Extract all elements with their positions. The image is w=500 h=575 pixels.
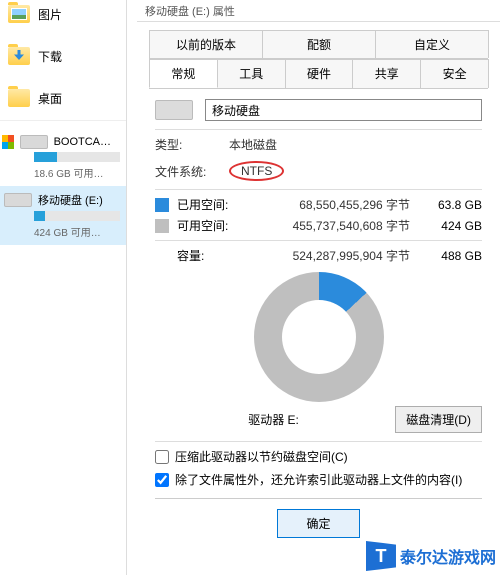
compress-drive-checkbox[interactable] [155, 450, 169, 464]
used-space-swatch [155, 198, 169, 212]
index-drive-label: 除了文件属性外，还允许索引此驱动器上文件的内容(I) [175, 471, 462, 488]
pictures-folder-icon [8, 5, 30, 23]
sidebar-item-downloads[interactable]: 下载 [0, 42, 126, 70]
capacity-bytes: 524,287,995,904 字节 [241, 247, 410, 264]
tab-custom[interactable]: 自定义 [375, 30, 489, 58]
free-space-swatch [155, 219, 169, 233]
used-space-gb: 63.8 GB [418, 198, 482, 212]
drive-name-input[interactable] [205, 99, 482, 121]
desktop-folder-icon [8, 89, 30, 107]
sidebar-separator [0, 120, 126, 121]
disk-cleanup-button[interactable]: 磁盘清理(D) [395, 406, 482, 433]
sidebar-item-desktop[interactable]: 桌面 [0, 84, 126, 112]
tab-general[interactable]: 常规 [149, 59, 218, 88]
downloads-folder-icon [8, 47, 30, 65]
free-space-gb: 424 GB [418, 219, 482, 233]
tab-previous-versions[interactable]: 以前的版本 [149, 30, 263, 58]
watermark: 泰尔达游戏网 [366, 541, 496, 571]
drive-icon [20, 135, 48, 149]
used-space-bytes: 68,550,455,296 字节 [241, 196, 410, 213]
drive-item-removable-e[interactable]: 移动硬盘 (E:) 424 GB 可用… [0, 186, 126, 245]
type-value: 本地磁盘 [229, 136, 277, 153]
sidebar-item-pictures[interactable]: 图片 [0, 0, 126, 28]
drive-letter-label: 驱动器 E: [248, 411, 299, 428]
sidebar-item-label: 下载 [38, 48, 62, 65]
index-drive-checkbox[interactable] [155, 473, 169, 487]
sidebar-item-label: 桌面 [38, 90, 62, 107]
tab-tools[interactable]: 工具 [217, 59, 286, 88]
tab-security[interactable]: 安全 [420, 59, 489, 88]
used-space-label: 已用空间: [177, 196, 233, 213]
watermark-site-name: 泰尔达游戏网 [400, 550, 496, 567]
tabs-row-upper: 以前的版本 配额 自定义 [149, 30, 488, 59]
windows-flag-icon [2, 135, 14, 149]
dialog-titlebar[interactable]: 移动硬盘 (E:) 属性 [137, 0, 500, 22]
tab-hardware[interactable]: 硬件 [285, 59, 354, 88]
drive-large-icon [155, 100, 193, 120]
tab-sharing[interactable]: 共享 [352, 59, 421, 88]
general-tab-content: 类型: 本地磁盘 文件系统: NTFS 已用空间: 68,550,455,296… [137, 89, 500, 538]
capacity-label: 容量: [177, 247, 233, 264]
free-space-label: 可用空间: [177, 217, 233, 234]
sidebar-item-label: 图片 [38, 6, 62, 23]
filesystem-label: 文件系统: [155, 163, 217, 180]
drive-usage-bar [34, 152, 120, 162]
drive-sub-label: 18.6 GB 可用… [34, 165, 120, 180]
compress-drive-label: 压缩此驱动器以节约磁盘空间(C) [175, 448, 348, 465]
drive-sub-label: 424 GB 可用… [34, 224, 120, 239]
filesystem-value-highlight: NTFS [229, 161, 284, 181]
drive-icon [4, 193, 32, 207]
capacity-gb: 488 GB [418, 249, 482, 263]
explorer-sidebar: 图片 下载 桌面 BOOTCAMP (… 18.6 GB 可用… 移动硬盘 (E… [0, 0, 127, 575]
watermark-logo-icon [366, 541, 396, 571]
drive-name: BOOTCAMP (… [54, 136, 120, 148]
drive-item-bootcamp[interactable]: BOOTCAMP (… 18.6 GB 可用… [0, 129, 126, 186]
tabs-row-lower: 常规 工具 硬件 共享 安全 [149, 59, 488, 89]
drive-name: 移动硬盘 (E:) [38, 192, 103, 208]
dialog-button-bar: 确定 [155, 498, 482, 538]
tab-quota[interactable]: 配额 [262, 30, 376, 58]
free-space-bytes: 455,737,540,608 字节 [241, 217, 410, 234]
dialog-title: 移动硬盘 (E:) 属性 [145, 3, 235, 19]
drive-properties-dialog: 移动硬盘 (E:) 属性 以前的版本 配额 自定义 常规 工具 硬件 共享 安全… [137, 0, 500, 575]
disk-usage-donut [155, 272, 482, 402]
drive-usage-bar [34, 211, 120, 221]
ok-button[interactable]: 确定 [277, 509, 359, 538]
filesystem-value: NTFS [241, 164, 272, 178]
type-label: 类型: [155, 136, 217, 153]
